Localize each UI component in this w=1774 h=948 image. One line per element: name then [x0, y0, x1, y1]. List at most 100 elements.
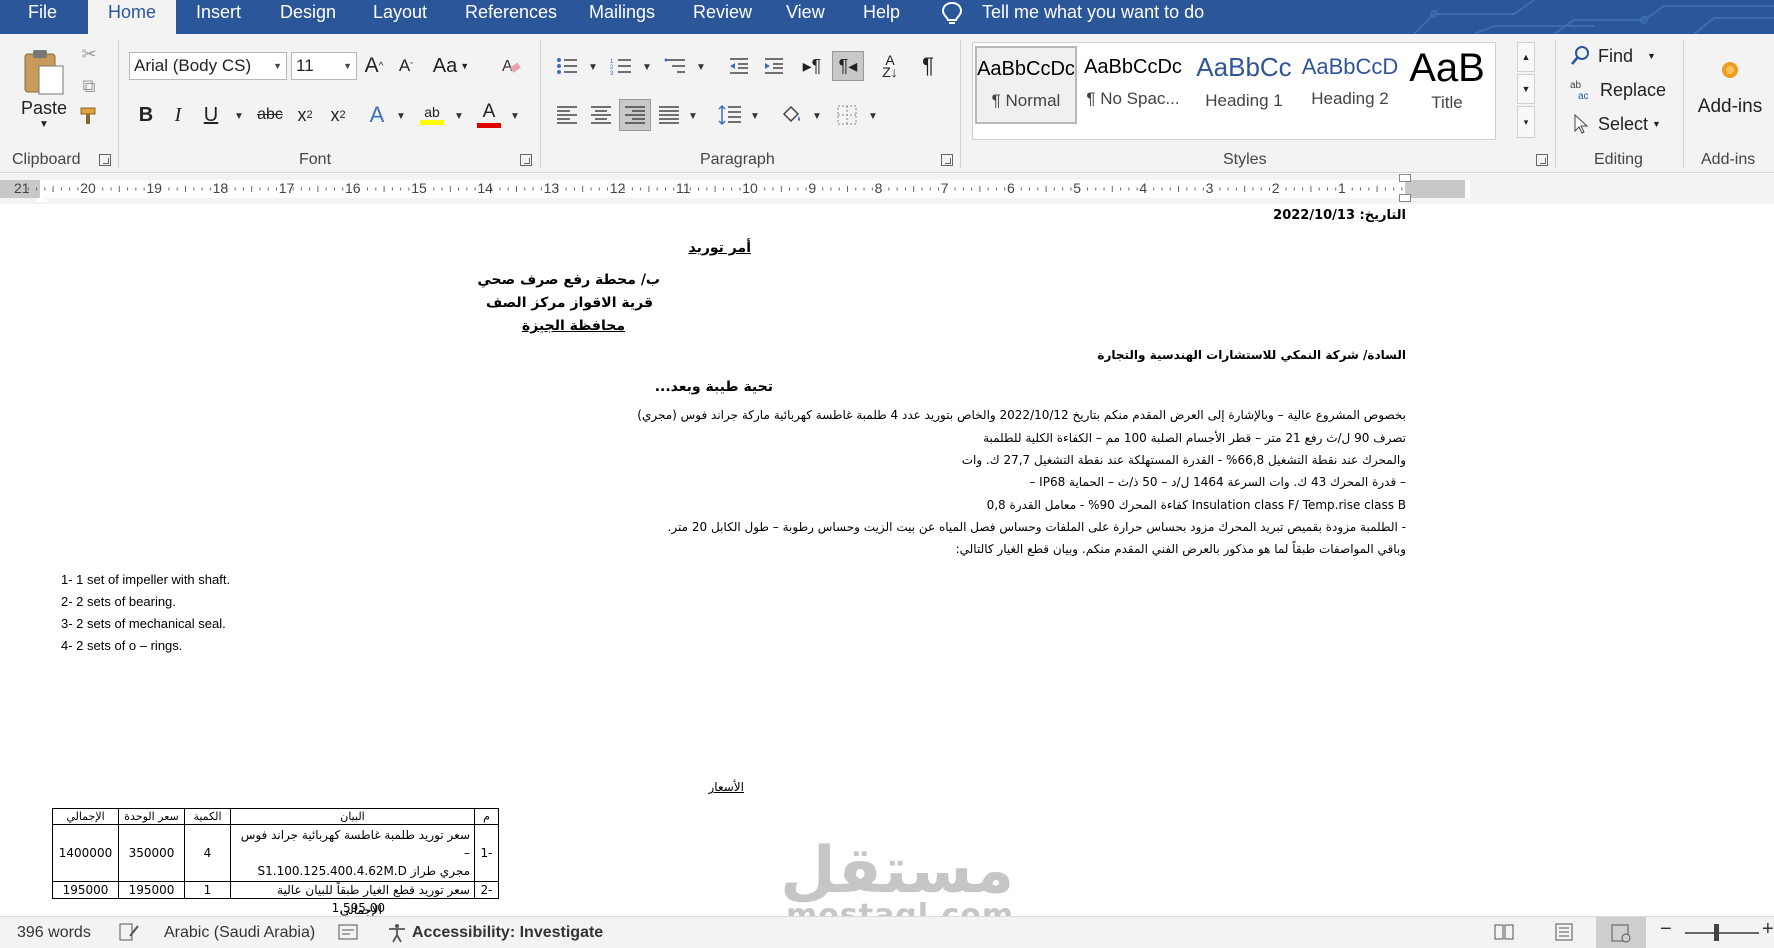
highlight-dropdown-arrow[interactable]: ▼ [454, 111, 464, 122]
font-color-icon[interactable]: A [475, 98, 503, 130]
proofing-icon[interactable] [118, 922, 140, 947]
copy-icon[interactable]: ⧉ [76, 74, 102, 98]
highlight-color-icon[interactable]: ab [418, 98, 446, 130]
addins-button[interactable]: Add-ins [1692, 48, 1768, 128]
grow-font-icon[interactable]: A ^ [361, 52, 387, 80]
ruler-number: 17 [278, 180, 295, 196]
styles-scroll-up-icon[interactable]: ▲ [1517, 42, 1535, 72]
language-indicator[interactable]: Arabic (Saudi Arabia) [164, 924, 315, 942]
tell-me-search[interactable]: Tell me what you want to do [940, 0, 1204, 34]
style-heading-2[interactable]: AaBbCcD Heading 2 [1299, 46, 1401, 124]
numbering-icon[interactable]: 123 [608, 52, 634, 80]
shading-icon[interactable] [778, 101, 806, 129]
document-page[interactable]: التاريخ: 2022/10/13 أمر توريد ب/ محطة رف… [0, 204, 1774, 916]
bold-icon[interactable]: B [133, 101, 159, 129]
header-total: الإجمالي [52, 808, 119, 825]
replace-button[interactable]: ab ac Replace [1570, 76, 1666, 104]
ltr-direction-icon[interactable]: ▸¶ [799, 52, 825, 80]
right-indent-marker[interactable] [1399, 174, 1411, 182]
change-case-button[interactable]: Aa ▼ [431, 52, 471, 80]
word-window: File Home Insert Design Layout Reference… [0, 0, 1774, 948]
justify-icon[interactable] [656, 101, 682, 129]
decrease-indent-icon[interactable] [726, 52, 752, 80]
row-desc: سعر توريد قطع الغيار طبقاً للبيان عالية [230, 881, 475, 899]
zoom-slider[interactable] [1685, 932, 1759, 934]
group-divider [960, 40, 961, 168]
find-button[interactable]: Find ▼ [1570, 42, 1656, 70]
styles-scroll-down-icon[interactable]: ▼ [1517, 74, 1535, 104]
style-heading-1[interactable]: AaBbCc Heading 1 [1193, 46, 1295, 124]
tab-mailings[interactable]: Mailings [589, 0, 655, 34]
line-spacing-icon[interactable] [716, 101, 744, 129]
bullets-dropdown-arrow[interactable]: ▼ [588, 62, 598, 73]
rtl-direction-icon[interactable]: ¶◂ [832, 51, 864, 81]
left-indent-marker[interactable] [36, 195, 48, 202]
zoom-slider-thumb[interactable] [1714, 924, 1719, 941]
style-no-spacing[interactable]: AaBbCcDc ¶ No Spac... [1082, 46, 1184, 124]
font-size-combo[interactable]: 11 ▼ [291, 52, 357, 80]
tab-layout[interactable]: Layout [373, 0, 427, 34]
paste-button[interactable]: Paste ▼ [14, 40, 74, 136]
style-normal[interactable]: AaBbCcDc ¶ Normal [975, 46, 1077, 124]
web-layout-icon[interactable] [1596, 917, 1646, 948]
subscript-icon[interactable]: x2 [292, 101, 318, 129]
style-normal-preview: AaBbCcDc [977, 58, 1075, 80]
tab-view[interactable]: View [786, 0, 825, 34]
tab-home[interactable]: Home [88, 0, 177, 34]
align-right-icon[interactable] [619, 99, 651, 131]
numbering-dropdown-arrow[interactable]: ▼ [642, 62, 652, 73]
align-center-icon[interactable] [588, 101, 614, 129]
shrink-font-icon[interactable]: Aˇ [393, 52, 419, 80]
tab-design[interactable]: Design [280, 0, 336, 34]
underline-dropdown-arrow[interactable]: ▼ [234, 111, 244, 122]
paragraph-launcher-icon[interactable] [941, 154, 953, 166]
borders-dropdown-arrow[interactable]: ▼ [868, 111, 878, 122]
shading-dropdown-arrow[interactable]: ▼ [812, 111, 822, 122]
tab-references[interactable]: References [465, 0, 557, 34]
hanging-indent-marker[interactable] [1399, 194, 1411, 202]
font-color-dropdown-arrow[interactable]: ▼ [510, 111, 520, 122]
font-family-combo[interactable]: Arial (Body CS) ▼ [129, 52, 287, 80]
line-spacing-dropdown-arrow[interactable]: ▼ [750, 111, 760, 122]
select-button[interactable]: Select ▼ [1570, 110, 1661, 138]
print-layout-icon[interactable] [1553, 922, 1575, 947]
tab-review[interactable]: Review [693, 0, 752, 34]
horizontal-ruler[interactable]: 21 20 19 18 17 16 15 14 13 12 11 10 9 8 7 6 5 4 3 2 1 [0, 174, 1774, 204]
tab-insert[interactable]: Insert [196, 0, 241, 34]
tab-help[interactable]: Help [863, 0, 900, 34]
multilevel-dropdown-arrow[interactable]: ▼ [696, 62, 706, 73]
superscript-icon[interactable]: x2 [325, 101, 351, 129]
increase-indent-icon[interactable] [761, 52, 787, 80]
word-count[interactable]: 396 words [17, 924, 91, 942]
zoom-out-icon[interactable]: − [1660, 918, 1672, 941]
justify-dropdown-arrow[interactable]: ▼ [688, 111, 698, 122]
borders-icon[interactable] [833, 101, 861, 129]
sort-icon[interactable]: A Z↓ [877, 52, 903, 80]
body-line-4: – قدرة المحرك 43 ك. وات السرعة 1464 ل/د … [1029, 475, 1406, 489]
multilevel-list-icon[interactable] [662, 52, 688, 80]
underline-icon[interactable]: U [198, 101, 224, 129]
cut-icon[interactable]: ✂ [76, 42, 102, 66]
track-changes-icon[interactable] [337, 922, 359, 947]
styles-more-icon[interactable]: ▾ [1517, 106, 1535, 138]
clear-formatting-icon[interactable]: A [498, 52, 524, 80]
read-mode-icon[interactable] [1493, 922, 1515, 947]
tab-file[interactable]: File [28, 0, 57, 34]
align-left-icon[interactable] [554, 101, 580, 129]
format-painter-icon[interactable] [76, 104, 102, 128]
show-formatting-marks-icon[interactable]: ¶ [915, 52, 941, 80]
paste-icon [24, 50, 64, 95]
italic-icon[interactable]: I [165, 101, 191, 129]
strikethrough-icon[interactable]: abc [254, 101, 286, 129]
style-title[interactable]: AaB Title [1405, 46, 1489, 124]
watermark-latin: mostaql.com [786, 898, 1015, 916]
text-effects-dropdown-arrow[interactable]: ▼ [396, 111, 406, 122]
accessibility-icon[interactable] [386, 922, 408, 948]
zoom-in-icon[interactable]: + [1762, 918, 1774, 941]
accessibility-status[interactable]: Accessibility: Investigate [412, 924, 603, 942]
font-launcher-icon[interactable] [520, 154, 532, 166]
clipboard-launcher-icon[interactable] [99, 154, 111, 166]
bullets-icon[interactable] [554, 52, 580, 80]
text-effects-icon[interactable]: A [364, 101, 390, 129]
styles-launcher-icon[interactable] [1536, 154, 1548, 166]
